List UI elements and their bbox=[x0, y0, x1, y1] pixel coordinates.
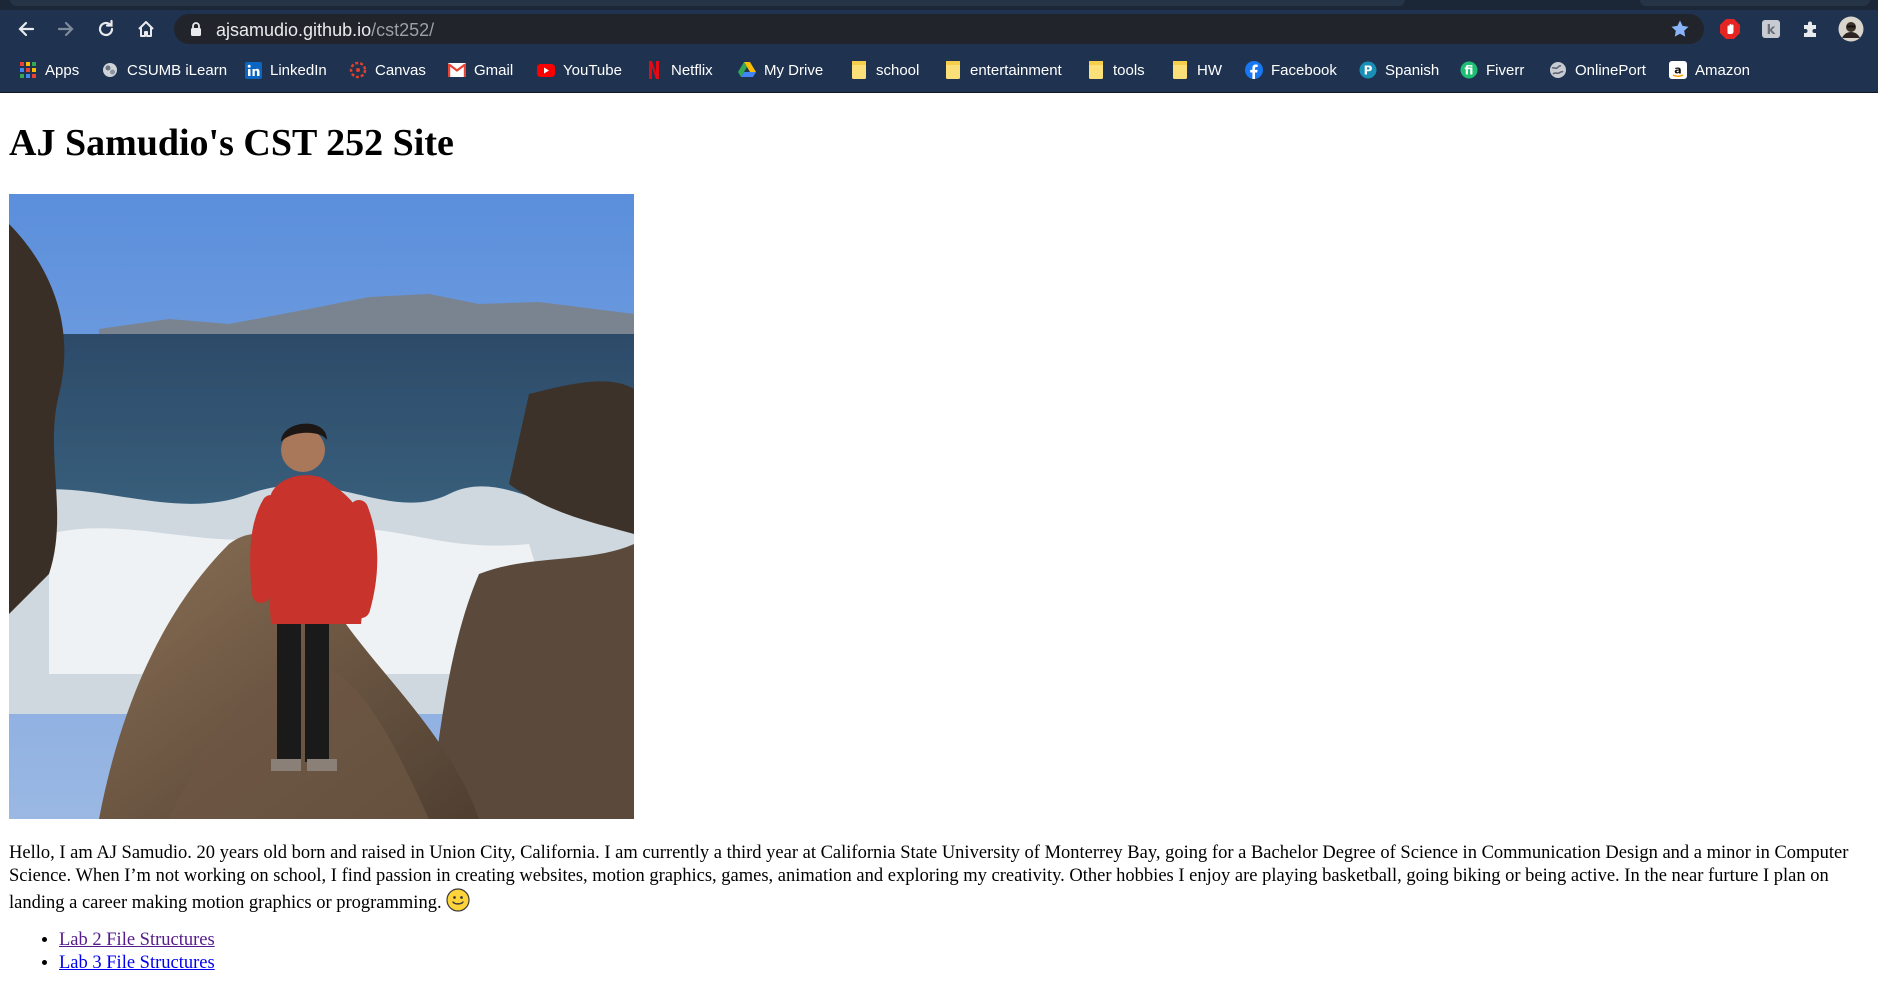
home-icon bbox=[138, 21, 154, 37]
extension-k-button[interactable]: k bbox=[1758, 16, 1784, 42]
bookmark-label: Facebook bbox=[1271, 61, 1337, 79]
list-item: Lab 2 File Structures bbox=[59, 929, 215, 952]
folder-icon bbox=[1087, 61, 1105, 79]
bookmark-label: Amazon bbox=[1695, 61, 1751, 79]
svg-text:fi: fi bbox=[1465, 64, 1474, 78]
back-button[interactable] bbox=[11, 14, 41, 44]
apps-grid-icon bbox=[19, 61, 37, 79]
web-page: AJ Samudio's CST 252 Site Hello, I am AJ… bbox=[0, 93, 1878, 982]
bookmark-linkedin[interactable]: LinkedIn bbox=[244, 59, 327, 81]
bookmarks-bar: Apps CSUMB iLearn LinkedIn Canvas Gmail … bbox=[0, 47, 1878, 93]
bookmark-label: entertainment bbox=[970, 61, 1062, 79]
gmail-icon bbox=[448, 61, 466, 79]
netflix-icon bbox=[645, 61, 663, 79]
globe-icon bbox=[1549, 61, 1567, 79]
bookmark-label: Apps bbox=[45, 61, 80, 79]
adblock-button[interactable] bbox=[1717, 16, 1743, 42]
list-item: Lab 3 File Structures bbox=[59, 952, 215, 975]
bookmark-gmail[interactable]: Gmail bbox=[448, 59, 513, 81]
folder-icon bbox=[1171, 61, 1189, 79]
bio-text: Hello, I am AJ Samudio. 20 years old bor… bbox=[9, 843, 1849, 913]
bookmark-folder-school[interactable]: school bbox=[850, 59, 919, 81]
amazon-icon: a bbox=[1669, 61, 1687, 79]
svg-text:P: P bbox=[1364, 64, 1373, 78]
bookmark-label: school bbox=[876, 61, 920, 79]
bookmark-folder-entertainment[interactable]: entertainment bbox=[944, 59, 1062, 81]
svg-text:k: k bbox=[1767, 23, 1776, 38]
bookmark-my-drive[interactable]: My Drive bbox=[738, 59, 823, 81]
bio-paragraph: Hello, I am AJ Samudio. 20 years old bor… bbox=[9, 842, 1871, 915]
bookmark-spanish[interactable]: P Spanish bbox=[1359, 59, 1439, 81]
bookmark-onlineport[interactable]: OnlinePort bbox=[1549, 59, 1646, 81]
profile-button[interactable] bbox=[1838, 16, 1864, 42]
bookmark-label: YouTube bbox=[563, 61, 622, 79]
reload-icon bbox=[98, 19, 114, 37]
linkedin-icon bbox=[244, 61, 262, 79]
smiley-face-icon bbox=[445, 888, 470, 912]
arrow-left-icon bbox=[18, 21, 35, 37]
url-path: /cst252/ bbox=[371, 20, 435, 40]
bookmark-label: CSUMB iLearn bbox=[127, 61, 228, 79]
bookmark-fiverr[interactable]: fi Fiverr bbox=[1460, 59, 1524, 81]
bookmark-label: My Drive bbox=[764, 61, 824, 79]
profile-photo-image bbox=[9, 194, 634, 819]
adblock-hand-icon bbox=[1720, 19, 1740, 39]
bookmark-label: Canvas bbox=[375, 61, 426, 79]
arrow-right-icon bbox=[57, 21, 74, 37]
active-tab[interactable] bbox=[10, 0, 1405, 6]
bookmark-canvas[interactable]: Canvas bbox=[349, 59, 426, 81]
profile-avatar-icon bbox=[1838, 16, 1864, 42]
bookmark-apps[interactable]: Apps bbox=[19, 59, 79, 81]
bookmark-youtube[interactable]: YouTube bbox=[537, 59, 622, 81]
bookmark-facebook[interactable]: Facebook bbox=[1245, 59, 1337, 81]
page-title: AJ Samudio's CST 252 Site bbox=[9, 122, 454, 164]
extension-k-icon: k bbox=[1762, 20, 1780, 38]
other-tab[interactable] bbox=[1640, 0, 1870, 6]
bookmark-label: HW bbox=[1197, 61, 1222, 79]
facebook-icon bbox=[1245, 61, 1263, 79]
url-text[interactable]: ajsamudio.github.io/cst252/ bbox=[216, 20, 434, 41]
lab-links-list: Lab 2 File Structures Lab 3 File Structu… bbox=[9, 929, 215, 975]
tab-strip bbox=[0, 0, 1878, 10]
bookmark-star-icon[interactable] bbox=[1670, 19, 1690, 39]
google-drive-icon bbox=[738, 61, 756, 79]
bookmark-netflix[interactable]: Netflix bbox=[645, 59, 713, 81]
bookmark-label: tools bbox=[1113, 61, 1145, 79]
extensions-button[interactable] bbox=[1798, 16, 1824, 42]
forward-button[interactable] bbox=[51, 14, 81, 44]
bookmark-amazon[interactable]: a Amazon bbox=[1669, 59, 1750, 81]
bookmark-csumb-ilearn[interactable]: CSUMB iLearn bbox=[101, 59, 227, 81]
profile-photo bbox=[9, 194, 634, 819]
bookmark-label: LinkedIn bbox=[270, 61, 327, 79]
url-host: ajsamudio.github.io bbox=[216, 20, 372, 40]
bookmark-folder-tools[interactable]: tools bbox=[1087, 59, 1145, 81]
fiverr-icon: fi bbox=[1460, 61, 1478, 79]
lab-2-link[interactable]: Lab 2 File Structures bbox=[59, 930, 215, 950]
home-button[interactable] bbox=[131, 14, 161, 44]
folder-icon bbox=[944, 61, 962, 79]
bookmark-label: OnlinePort bbox=[1575, 61, 1646, 79]
reload-button[interactable] bbox=[91, 14, 121, 44]
browser-toolbar: ajsamudio.github.io/cst252/ k bbox=[0, 10, 1878, 47]
ilearn-icon bbox=[101, 61, 119, 79]
lab-3-link[interactable]: Lab 3 File Structures bbox=[59, 953, 215, 973]
bookmark-label: Fiverr bbox=[1486, 61, 1525, 79]
bookmark-label: Netflix bbox=[671, 61, 713, 79]
spanish-p-icon: P bbox=[1359, 61, 1377, 79]
puzzle-icon bbox=[1804, 21, 1816, 37]
folder-icon bbox=[850, 61, 868, 79]
svg-text:a: a bbox=[1674, 64, 1681, 77]
canvas-icon bbox=[349, 61, 367, 79]
address-bar[interactable]: ajsamudio.github.io/cst252/ bbox=[174, 14, 1704, 44]
bookmark-label: Gmail bbox=[474, 61, 514, 79]
youtube-icon bbox=[537, 61, 555, 79]
lock-icon bbox=[191, 22, 201, 36]
bookmark-label: Spanish bbox=[1385, 61, 1440, 79]
bookmark-folder-hw[interactable]: HW bbox=[1171, 59, 1222, 81]
